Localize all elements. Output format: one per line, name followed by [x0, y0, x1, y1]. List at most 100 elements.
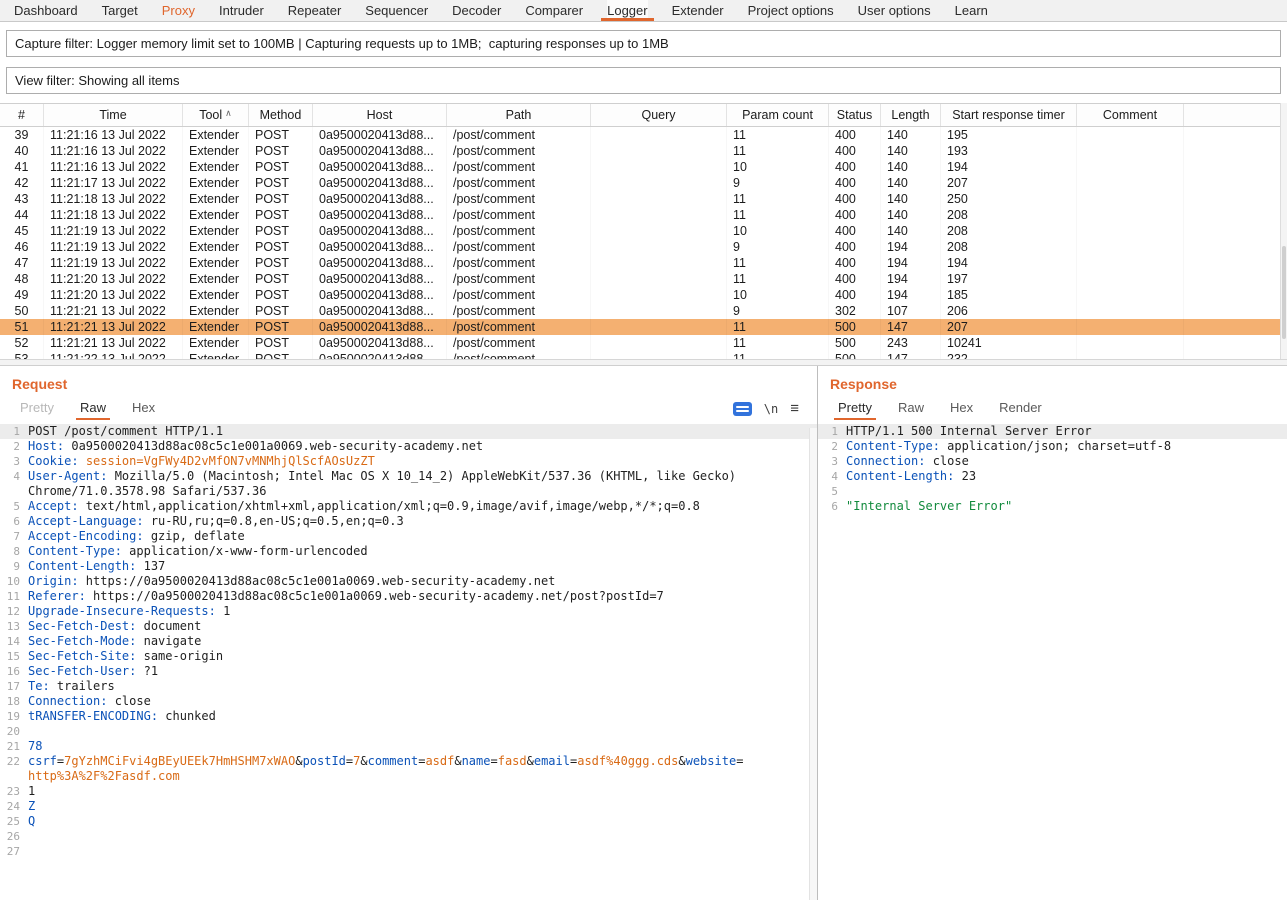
cell-comment: [1077, 287, 1184, 303]
cell-tool: Extender: [183, 191, 249, 207]
cell-length: 194: [881, 239, 941, 255]
line-content: Accept-Encoding: gzip, deflate: [28, 529, 245, 544]
cell--: 44: [0, 207, 44, 223]
cell--: 53: [0, 351, 44, 359]
cell-query: [591, 271, 727, 287]
cell-tool: Extender: [183, 271, 249, 287]
request-editor[interactable]: 1POST /post/comment HTTP/1.12Host: 0a950…: [0, 424, 817, 900]
cell-status: 500: [829, 351, 881, 359]
menu-tab-logger[interactable]: Logger: [607, 0, 647, 21]
table-row[interactable]: 5211:21:21 13 Jul 2022ExtenderPOST0a9500…: [0, 335, 1287, 351]
column-header-time[interactable]: Time: [44, 104, 183, 126]
cell-time: 11:21:16 13 Jul 2022: [44, 159, 183, 175]
line-number: 21: [0, 739, 28, 754]
menu-tab-repeater[interactable]: Repeater: [288, 0, 341, 21]
menu-tab-sequencer[interactable]: Sequencer: [365, 0, 428, 21]
table-row[interactable]: 4011:21:16 13 Jul 2022ExtenderPOST0a9500…: [0, 143, 1287, 159]
line-number: 10: [0, 574, 28, 589]
column-header-param-count[interactable]: Param count: [727, 104, 829, 126]
table-row[interactable]: 4211:21:17 13 Jul 2022ExtenderPOST0a9500…: [0, 175, 1287, 191]
cell-start-response-timer: 208: [941, 223, 1077, 239]
cell-query: [591, 143, 727, 159]
column-header-tool[interactable]: Tool∧: [183, 104, 249, 126]
tab-raw[interactable]: Raw: [80, 400, 106, 418]
table-row[interactable]: 4311:21:18 13 Jul 2022ExtenderPOST0a9500…: [0, 191, 1287, 207]
horizontal-splitter[interactable]: [0, 359, 1287, 366]
cell-host: 0a9500020413d88...: [313, 159, 447, 175]
cell-tool: Extender: [183, 143, 249, 159]
cell-query: [591, 223, 727, 239]
editor-line: 8Content-Type: application/x-www-form-ur…: [0, 544, 817, 559]
menu-tab-target[interactable]: Target: [102, 0, 138, 21]
cell-tool: Extender: [183, 223, 249, 239]
column-header-method[interactable]: Method: [249, 104, 313, 126]
tab-hex[interactable]: Hex: [950, 400, 973, 418]
column-header-length[interactable]: Length: [881, 104, 941, 126]
cell-param-count: 11: [727, 207, 829, 223]
menu-tab-user-options[interactable]: User options: [858, 0, 931, 21]
line-number: 1: [818, 424, 846, 439]
menu-tab-extender[interactable]: Extender: [672, 0, 724, 21]
column-header-path[interactable]: Path: [447, 104, 591, 126]
table-row[interactable]: 4411:21:18 13 Jul 2022ExtenderPOST0a9500…: [0, 207, 1287, 223]
table-row[interactable]: 4611:21:19 13 Jul 2022ExtenderPOST0a9500…: [0, 239, 1287, 255]
cell-method: POST: [249, 351, 313, 359]
table-row[interactable]: 4711:21:19 13 Jul 2022ExtenderPOST0a9500…: [0, 255, 1287, 271]
pretty-print-icon[interactable]: [733, 402, 752, 416]
request-scrollbar[interactable]: [809, 428, 817, 900]
tab-pretty[interactable]: Pretty: [20, 400, 54, 418]
editor-line: 9Content-Length: 137: [0, 559, 817, 574]
cell-comment: [1077, 335, 1184, 351]
cell-query: [591, 335, 727, 351]
capture-filter-bar[interactable]: Capture filter: Logger memory limit set …: [6, 30, 1281, 57]
menu-tab-dashboard[interactable]: Dashboard: [14, 0, 78, 21]
menu-tab-project-options[interactable]: Project options: [748, 0, 834, 21]
response-editor[interactable]: 1HTTP/1.1 500 Internal Server Error2Cont…: [818, 424, 1287, 900]
menu-tab-comparer[interactable]: Comparer: [525, 0, 583, 21]
view-filter-bar[interactable]: View filter: Showing all items: [6, 67, 1281, 94]
line-number: 14: [0, 634, 28, 649]
cell-param-count: 11: [727, 127, 829, 143]
table-row[interactable]: 4511:21:19 13 Jul 2022ExtenderPOST0a9500…: [0, 223, 1287, 239]
cell--: 45: [0, 223, 44, 239]
cell-time: 11:21:22 13 Jul 2022: [44, 351, 183, 359]
editor-menu-icon[interactable]: ≡: [790, 402, 799, 416]
table-row[interactable]: 4811:21:20 13 Jul 2022ExtenderPOST0a9500…: [0, 271, 1287, 287]
column-label: Tool: [199, 108, 222, 122]
tab-raw[interactable]: Raw: [898, 400, 924, 418]
line-content: Content-Type: application/x-www-form-url…: [28, 544, 368, 559]
cell-length: 107: [881, 303, 941, 319]
table-row[interactable]: 5311:21:22 13 Jul 2022ExtenderPOST0a9500…: [0, 351, 1287, 359]
cell--: 41: [0, 159, 44, 175]
menu-tab-proxy[interactable]: Proxy: [162, 0, 195, 21]
column-header-status[interactable]: Status: [829, 104, 881, 126]
cell-length: 140: [881, 127, 941, 143]
line-number: 27: [0, 844, 28, 859]
table-row[interactable]: 5011:21:21 13 Jul 2022ExtenderPOST0a9500…: [0, 303, 1287, 319]
tab-pretty[interactable]: Pretty: [838, 400, 872, 418]
table-scrollbar[interactable]: [1280, 103, 1287, 359]
column-header-start-response-timer[interactable]: Start response timer: [941, 104, 1077, 126]
column-header-query[interactable]: Query: [591, 104, 727, 126]
cell-time: 11:21:21 13 Jul 2022: [44, 319, 183, 335]
line-content: POST /post/comment HTTP/1.1: [28, 424, 223, 439]
table-row[interactable]: 4911:21:20 13 Jul 2022ExtenderPOST0a9500…: [0, 287, 1287, 303]
cell-status: 302: [829, 303, 881, 319]
cell-query: [591, 303, 727, 319]
column-header-comment[interactable]: Comment: [1077, 104, 1184, 126]
table-row[interactable]: 4111:21:16 13 Jul 2022ExtenderPOST0a9500…: [0, 159, 1287, 175]
tab-render[interactable]: Render: [999, 400, 1042, 418]
scrollbar-thumb[interactable]: [1282, 246, 1286, 338]
menu-tab-intruder[interactable]: Intruder: [219, 0, 264, 21]
cell-comment: [1077, 175, 1184, 191]
column-label: Param count: [742, 108, 813, 122]
table-row[interactable]: 3911:21:16 13 Jul 2022ExtenderPOST0a9500…: [0, 127, 1287, 143]
cell-length: 140: [881, 207, 941, 223]
tab-hex[interactable]: Hex: [132, 400, 155, 418]
column-header--[interactable]: #: [0, 104, 44, 126]
newline-toggle-icon[interactable]: \n: [764, 402, 778, 416]
table-row[interactable]: 5111:21:21 13 Jul 2022ExtenderPOST0a9500…: [0, 319, 1287, 335]
menu-tab-learn[interactable]: Learn: [955, 0, 988, 21]
column-header-host[interactable]: Host: [313, 104, 447, 126]
menu-tab-decoder[interactable]: Decoder: [452, 0, 501, 21]
